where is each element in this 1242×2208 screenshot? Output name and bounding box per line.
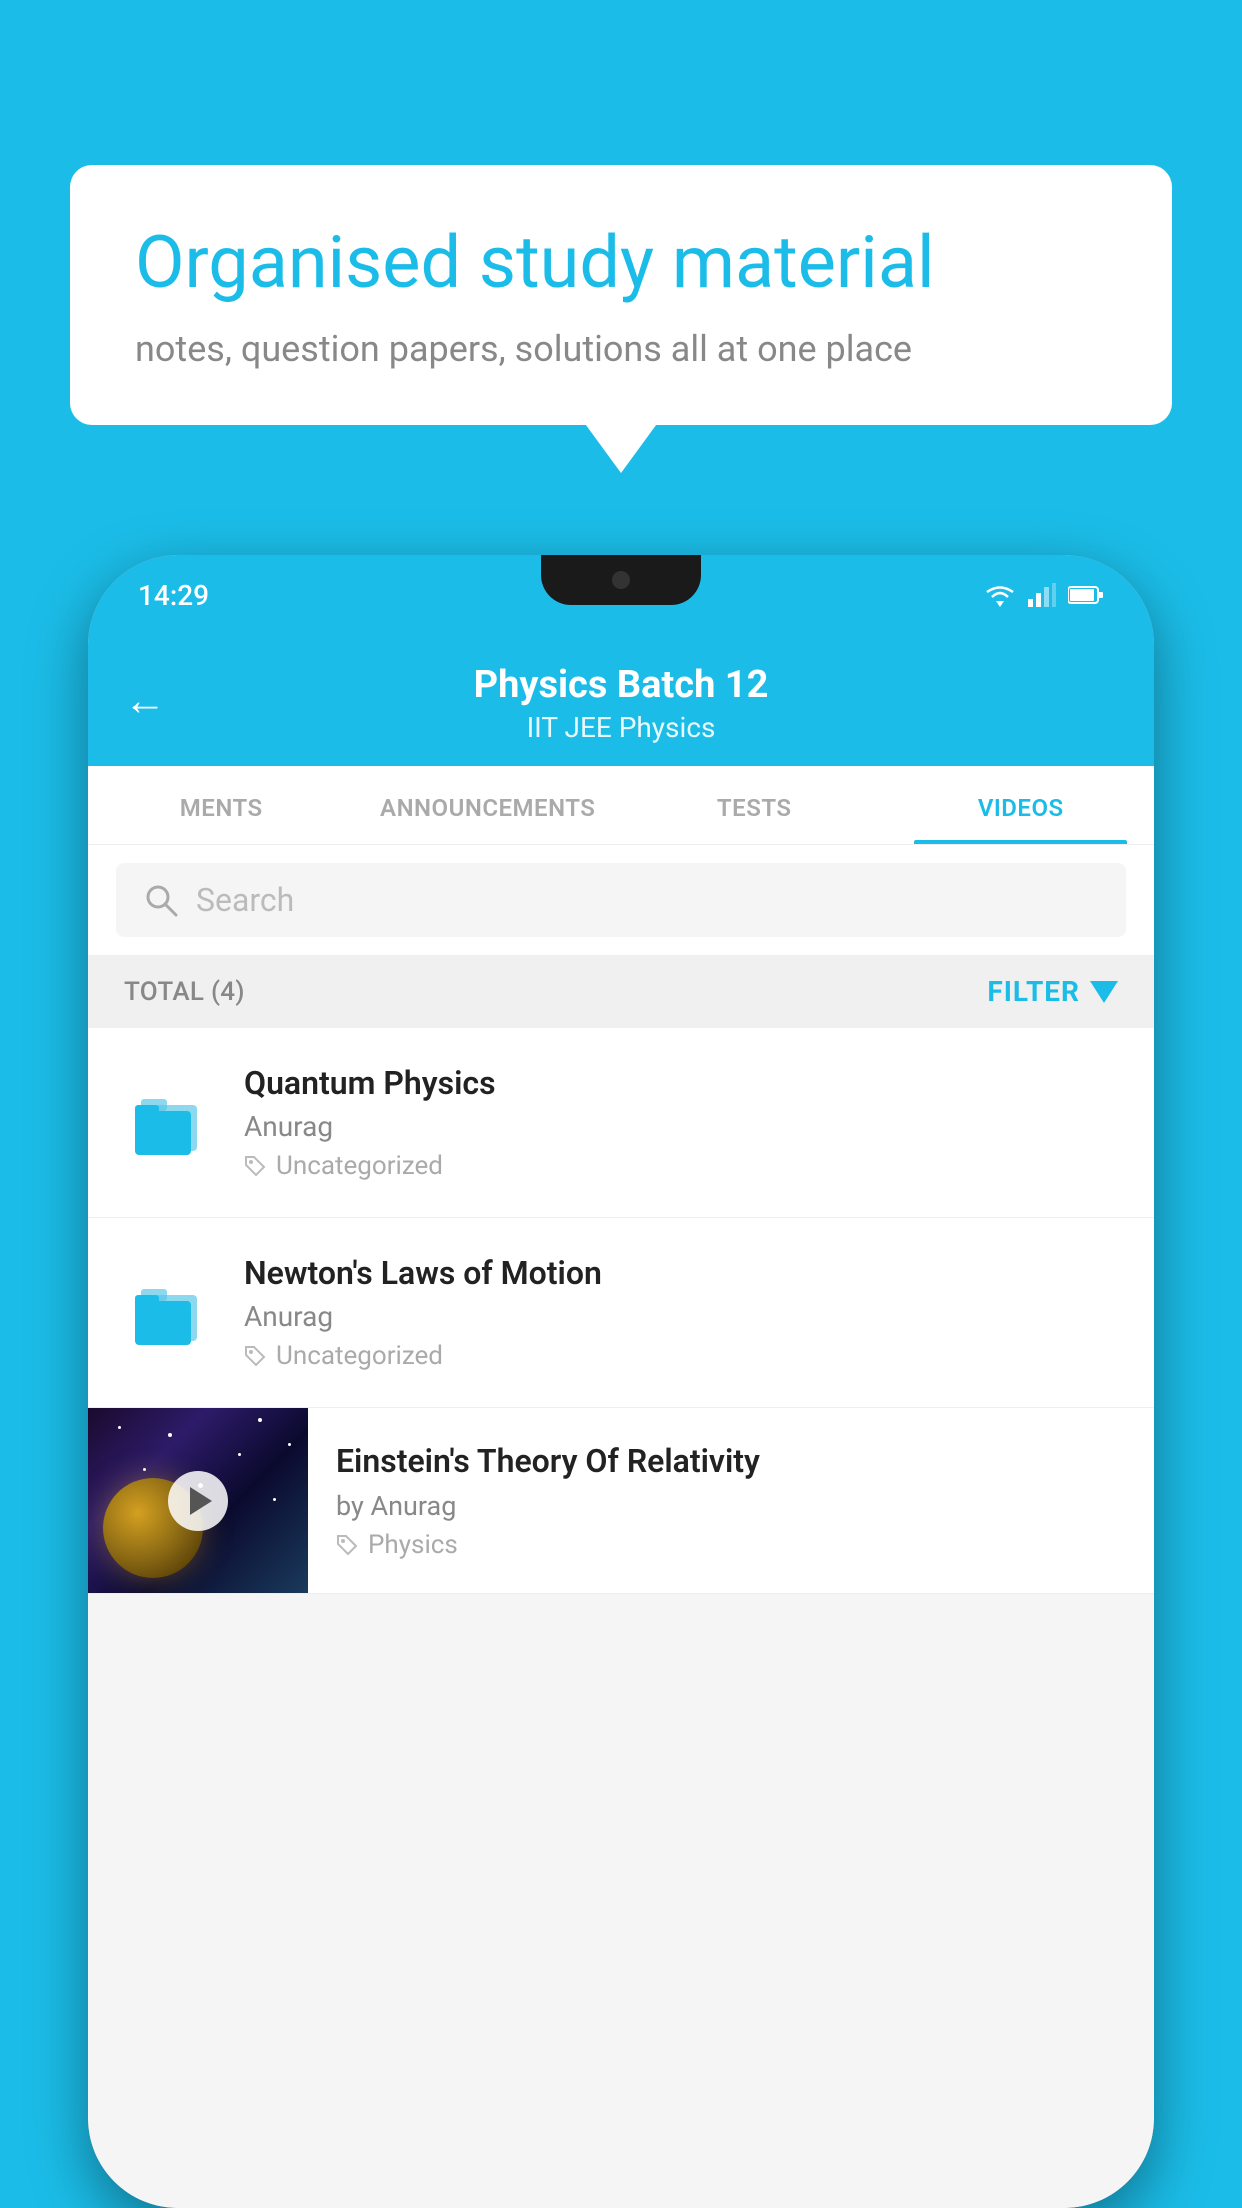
video-info: Quantum Physics Anurag Uncategorized [244, 1064, 1118, 1181]
video-tag: Physics [336, 1530, 1126, 1560]
video-tag: Uncategorized [244, 1341, 1118, 1371]
battery-icon [1068, 584, 1104, 606]
speech-bubble: Organised study material notes, question… [70, 165, 1172, 425]
video-thumbnail [88, 1408, 308, 1593]
filter-icon [1090, 981, 1118, 1003]
list-item[interactable]: Einstein's Theory Of Relativity by Anura… [88, 1408, 1154, 1594]
search-bar[interactable]: Search [116, 863, 1126, 937]
phone-notch [541, 555, 701, 605]
tag-icon [244, 1345, 266, 1367]
video-title: Newton's Laws of Motion [244, 1254, 1118, 1292]
status-icons [984, 583, 1104, 607]
bubble-title: Organised study material [135, 220, 1107, 306]
signal-icon [1028, 583, 1056, 607]
tag-icon [244, 1155, 266, 1177]
video-info: Newton's Laws of Motion Anurag Uncategor… [244, 1254, 1118, 1371]
speech-bubble-container: Organised study material notes, question… [70, 165, 1172, 425]
video-info: Einstein's Theory Of Relativity by Anura… [308, 1414, 1154, 1588]
total-count: TOTAL (4) [124, 977, 245, 1007]
folder-icon-container [124, 1078, 214, 1168]
back-button[interactable]: ← [124, 676, 166, 725]
search-bar-container: Search [88, 845, 1154, 955]
play-icon [190, 1487, 212, 1515]
list-item[interactable]: Newton's Laws of Motion Anurag Uncategor… [88, 1218, 1154, 1408]
folder-icon [133, 1083, 205, 1163]
wifi-icon [984, 583, 1016, 607]
header-title: Physics Batch 12 [128, 663, 1114, 707]
video-list: Quantum Physics Anurag Uncategorized [88, 1028, 1154, 1594]
video-tag: Uncategorized [244, 1151, 1118, 1181]
phone-frame: 14:29 [88, 555, 1154, 2208]
camera [612, 571, 630, 589]
phone-inner: 14:29 [88, 555, 1154, 2208]
folder-icon [133, 1273, 205, 1353]
filter-row: TOTAL (4) FILTER [88, 955, 1154, 1028]
tab-announcements[interactable]: ANNOUNCEMENTS [355, 766, 622, 844]
tab-ments[interactable]: MENTS [88, 766, 355, 844]
app-header: ← Physics Batch 12 IIT JEE Physics [88, 635, 1154, 766]
status-bar: 14:29 [88, 555, 1154, 635]
video-title: Quantum Physics [244, 1064, 1118, 1102]
bubble-subtitle: notes, question papers, solutions all at… [135, 328, 1107, 370]
filter-button[interactable]: FILTER [987, 975, 1118, 1008]
list-item[interactable]: Quantum Physics Anurag Uncategorized [88, 1028, 1154, 1218]
search-placeholder: Search [196, 881, 294, 919]
tab-videos[interactable]: VIDEOS [888, 766, 1155, 844]
tab-bar: MENTS ANNOUNCEMENTS TESTS VIDEOS [88, 766, 1154, 845]
tab-tests[interactable]: TESTS [621, 766, 888, 844]
main-content: Search TOTAL (4) FILTER [88, 845, 1154, 2208]
play-button[interactable] [168, 1471, 228, 1531]
search-icon [144, 883, 178, 917]
video-author: by Anurag [336, 1490, 1126, 1522]
status-time: 14:29 [138, 579, 209, 612]
video-author: Anurag [244, 1110, 1118, 1143]
video-author: Anurag [244, 1300, 1118, 1333]
tag-icon [336, 1534, 358, 1556]
video-title: Einstein's Theory Of Relativity [336, 1442, 1126, 1480]
folder-icon-container [124, 1268, 214, 1358]
header-subtitle: IIT JEE Physics [128, 711, 1114, 744]
